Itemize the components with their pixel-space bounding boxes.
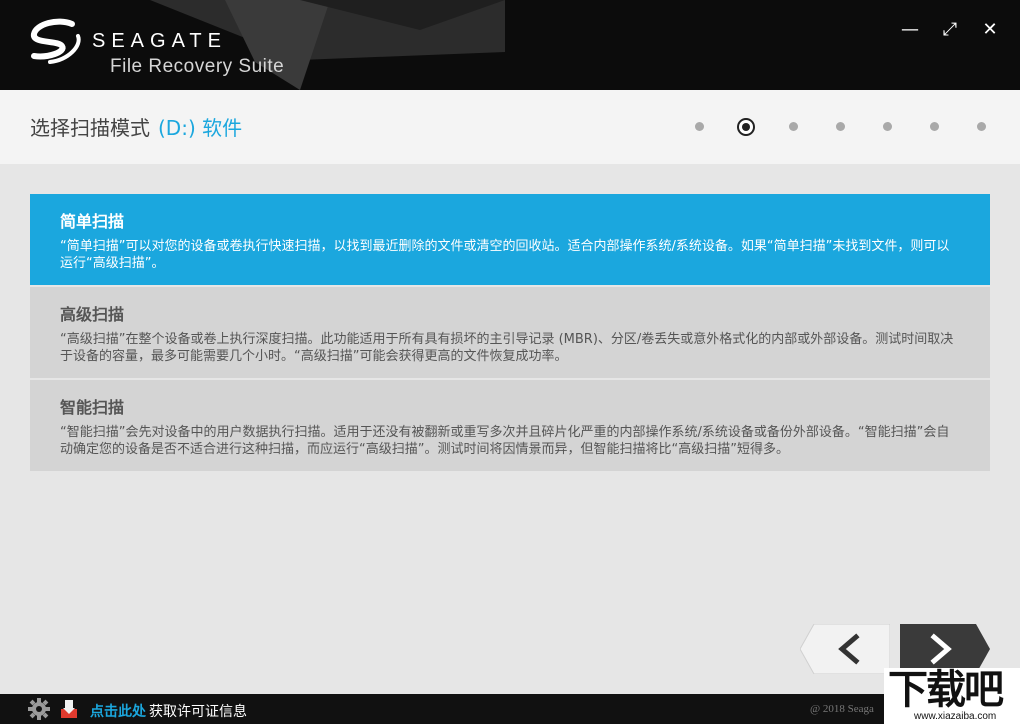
back-button[interactable] <box>799 623 891 675</box>
watermark-logo-text: 下载吧 <box>888 667 1004 713</box>
license-info-text: 获取许可证信息 <box>149 704 247 720</box>
brand-name: SEAGATE <box>92 30 227 52</box>
step-bar: 选择扫描模式 (D:) 软件 <box>0 90 1020 164</box>
maximize-icon: ⤢ <box>942 19 958 40</box>
seagate-logo-icon <box>31 18 81 64</box>
scan-option-description: “简单扫描”可以对您的设备或卷执行快速扫描，以找到最近删除的文件或清空的回收站。… <box>60 239 950 271</box>
minimize-icon: — <box>901 19 919 40</box>
license-link[interactable]: 点击此处 <box>90 701 146 721</box>
pdf-document-icon <box>61 700 77 718</box>
scan-option-title: 智能扫描 <box>60 398 125 417</box>
selected-drive-label: (D:) 软件 <box>158 116 243 140</box>
page-title-text: 选择扫描模式 <box>30 116 150 140</box>
copyright-text: @ 2018 Seaga <box>810 703 874 715</box>
step-dot-4 <box>835 122 845 131</box>
app-header: SEAGATE File Recovery Suite — ⤢ ✕ <box>0 0 1020 90</box>
chevron-left-icon <box>799 623 891 675</box>
step-dot-7 <box>976 122 986 131</box>
page-title: 选择扫描模式 (D:) 软件 <box>30 112 242 141</box>
product-name: File Recovery Suite <box>110 56 285 77</box>
step-dot-6 <box>929 122 939 131</box>
step-indicator <box>690 118 990 138</box>
scan-option-description: “高级扫描”在整个设备或卷上执行深度扫描。此功能适用于所有具有损坏的主引导记录 … <box>60 332 954 364</box>
scan-option-title: 简单扫描 <box>60 212 125 231</box>
step-dot-3 <box>788 122 798 131</box>
minimize-button[interactable]: — <box>898 18 922 42</box>
scan-option-simple[interactable]: 简单扫描 “简单扫描”可以对您的设备或卷执行快速扫描，以找到最近删除的文件或清空… <box>30 194 990 285</box>
watermark-url: www.xiazaiba.com <box>914 711 997 722</box>
close-button[interactable]: ✕ <box>978 18 1002 42</box>
site-watermark: 下载吧 www.xiazaiba.com <box>884 668 1020 724</box>
close-icon: ✕ <box>982 19 998 40</box>
scan-option-smart[interactable]: 智能扫描 “智能扫描”会先对设备中的用户数据执行扫描。适用于还没有被翻新或重写多… <box>30 380 990 471</box>
status-bar: 点击此处 获取许可证信息 @ 2018 Seaga <box>0 694 1020 724</box>
step-dot-1 <box>694 122 704 131</box>
scan-option-title: 高级扫描 <box>60 305 125 324</box>
scan-mode-list: 简单扫描 “简单扫描”可以对您的设备或卷执行快速扫描，以找到最近删除的文件或清空… <box>30 194 990 473</box>
maximize-button[interactable]: ⤢ <box>938 18 962 42</box>
gear-icon[interactable] <box>28 698 50 720</box>
step-dot-2 <box>737 118 755 136</box>
step-dot-5 <box>882 122 892 131</box>
scan-option-advanced[interactable]: 高级扫描 “高级扫描”在整个设备或卷上执行深度扫描。此功能适用于所有具有损坏的主… <box>30 287 990 378</box>
scan-option-description: “智能扫描”会先对设备中的用户数据执行扫描。适用于还没有被翻新或重写多次并且碎片… <box>60 425 950 457</box>
